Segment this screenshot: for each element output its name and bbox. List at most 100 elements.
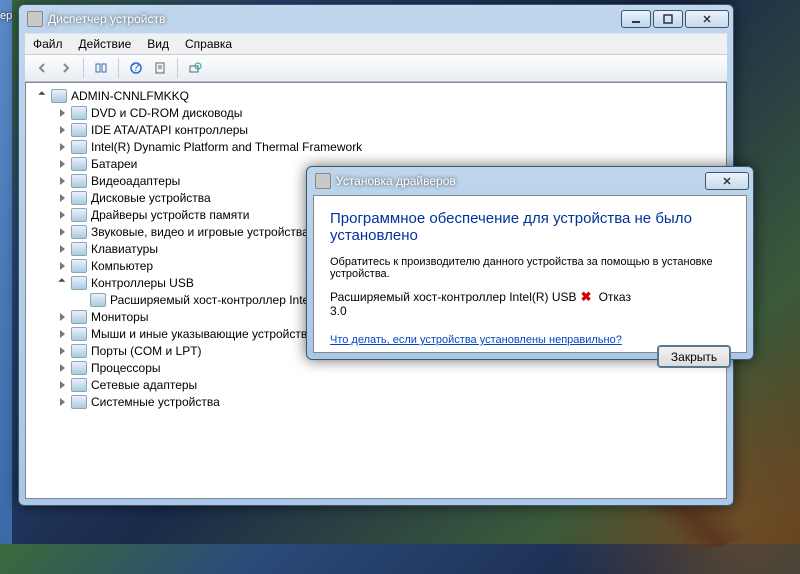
device-name-line1: Расширяемый хост-контроллер Intel(R) USB xyxy=(330,290,577,304)
dialog-title: Установка драйверов xyxy=(336,174,703,188)
disk-icon xyxy=(71,191,87,205)
back-button[interactable] xyxy=(31,57,53,79)
error-icon: ✖ xyxy=(581,290,595,304)
dvd-icon xyxy=(71,106,87,120)
svg-text:?: ? xyxy=(133,61,140,74)
tree-label: Видеоадаптеры xyxy=(91,174,180,188)
computer-icon xyxy=(71,259,87,273)
tree-label: Сетевые адаптеры xyxy=(91,378,197,392)
toolbar: ? xyxy=(25,54,727,82)
expander-icon[interactable] xyxy=(56,175,68,187)
menu-help[interactable]: Справка xyxy=(177,34,240,54)
expander-icon[interactable] xyxy=(56,158,68,170)
dialog-icon xyxy=(315,173,331,189)
properties-button[interactable] xyxy=(149,57,171,79)
tree-item[interactable]: DVD и CD-ROM дисководы xyxy=(28,104,724,121)
tree-label: Контроллеры USB xyxy=(91,276,194,290)
dialog-body: Программное обеспечение для устройства н… xyxy=(313,195,747,353)
mouse-icon xyxy=(71,327,87,341)
tree-root-label: ADMIN-CNNLFMKKQ xyxy=(71,89,189,103)
tree-label: Батареи xyxy=(91,157,137,171)
driver-install-dialog: Установка драйверов Программное обеспече… xyxy=(306,166,754,360)
tree-label: Системные устройства xyxy=(91,395,220,409)
device-name-line2: 3.0 xyxy=(330,304,347,318)
processor-icon xyxy=(71,361,87,375)
tree-label: Процессоры xyxy=(91,361,161,375)
tree-item[interactable]: Сетевые адаптеры xyxy=(28,376,724,393)
device-status: Отказ xyxy=(599,290,631,304)
platform-icon xyxy=(71,140,87,154)
monitor-icon xyxy=(71,310,87,324)
dialog-instruction: Обратитесь к производителю данного устро… xyxy=(330,256,730,280)
toolbar-separator xyxy=(83,58,84,78)
menu-action[interactable]: Действие xyxy=(71,34,140,54)
menu-file[interactable]: Файл xyxy=(25,34,71,54)
tree-item[interactable]: Intel(R) Dynamic Platform and Thermal Fr… xyxy=(28,138,724,155)
tree-label: Звуковые, видео и игровые устройства xyxy=(91,225,309,239)
help-button[interactable]: ? xyxy=(125,57,147,79)
expander-icon[interactable] xyxy=(56,209,68,221)
fragment-text: ер xyxy=(0,10,12,22)
keyboard-icon xyxy=(71,242,87,256)
maximize-button[interactable] xyxy=(653,10,683,28)
menu-view[interactable]: Вид xyxy=(139,34,177,54)
titlebar[interactable]: Диспетчер устройств xyxy=(19,5,733,33)
memory-driver-icon xyxy=(71,208,87,222)
dialog-close-button[interactable] xyxy=(705,172,749,190)
app-icon xyxy=(27,11,43,27)
toolbar-separator xyxy=(118,58,119,78)
tree-item[interactable]: IDE ATA/ATAPI контроллеры xyxy=(28,121,724,138)
system-device-icon xyxy=(71,395,87,409)
minimize-button[interactable] xyxy=(621,10,651,28)
tree-label: IDE ATA/ATAPI контроллеры xyxy=(91,123,248,137)
tree-label: Мыши и иные указывающие устройства xyxy=(91,327,314,341)
usb-device-icon xyxy=(90,293,106,307)
sound-icon xyxy=(71,225,87,239)
tree-label: Драйверы устройств памяти xyxy=(91,208,249,222)
ide-icon xyxy=(71,123,87,137)
battery-icon xyxy=(71,157,87,171)
expander-icon[interactable] xyxy=(56,192,68,204)
expander-icon[interactable] xyxy=(56,362,68,374)
scan-hardware-button[interactable] xyxy=(184,57,206,79)
menubar: Файл Действие Вид Справка xyxy=(25,33,727,54)
tree-label: Дисковые устройства xyxy=(91,191,211,205)
expander-icon[interactable] xyxy=(56,107,68,119)
close-button[interactable] xyxy=(685,10,729,28)
expander-icon[interactable] xyxy=(56,226,68,238)
troubleshoot-link[interactable]: Что делать, если устройства установлены … xyxy=(330,334,622,346)
expander-icon[interactable] xyxy=(56,124,68,136)
expander-icon[interactable] xyxy=(56,379,68,391)
usb-icon xyxy=(71,276,87,290)
expander-icon[interactable] xyxy=(56,260,68,272)
expander-icon[interactable] xyxy=(56,141,68,153)
expander-icon[interactable] xyxy=(56,243,68,255)
tree-label: Intel(R) Dynamic Platform and Thermal Fr… xyxy=(91,140,362,154)
expander-icon[interactable] xyxy=(56,345,68,357)
window-title: Диспетчер устройств xyxy=(48,12,619,26)
tree-root[interactable]: ADMIN-CNNLFMKKQ xyxy=(28,87,724,104)
show-hide-tree-button[interactable] xyxy=(90,57,112,79)
toolbar-separator xyxy=(177,58,178,78)
expander-icon[interactable] xyxy=(56,311,68,323)
forward-button[interactable] xyxy=(55,57,77,79)
tree-label: Компьютер xyxy=(91,259,153,273)
dialog-titlebar[interactable]: Установка драйверов xyxy=(307,167,753,195)
display-adapter-icon xyxy=(71,174,87,188)
port-icon xyxy=(71,344,87,358)
tree-item[interactable]: Системные устройства xyxy=(28,393,724,410)
close-button[interactable]: Закрыть xyxy=(658,346,730,367)
tree-label: Клавиатуры xyxy=(91,242,158,256)
network-icon xyxy=(71,378,87,392)
dialog-heading: Программное обеспечение для устройства н… xyxy=(330,210,730,244)
tree-label: Мониторы xyxy=(91,310,148,324)
computer-icon xyxy=(51,89,67,103)
tree-label: Порты (COM и LPT) xyxy=(91,344,202,358)
expander-icon[interactable] xyxy=(56,277,68,289)
expander-icon[interactable] xyxy=(36,90,48,102)
expander-icon[interactable] xyxy=(56,396,68,408)
expander-icon[interactable] xyxy=(56,328,68,340)
tree-label: DVD и CD-ROM дисководы xyxy=(91,106,242,120)
dialog-device-row: Расширяемый хост-контроллер Intel(R) USB… xyxy=(330,290,730,318)
taskbar-fragment: ер xyxy=(0,0,12,544)
